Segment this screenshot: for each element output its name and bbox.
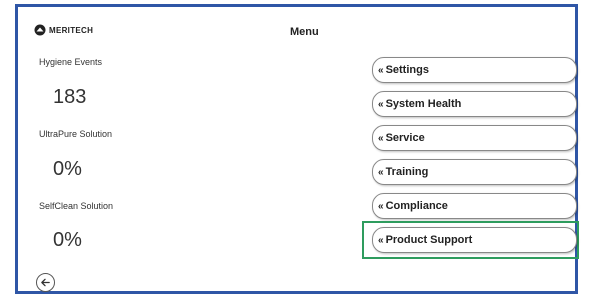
menu-button-product-support[interactable]: « Product Support: [372, 227, 577, 253]
stat-value-ultrapure-solution: 0%: [53, 158, 82, 180]
chevron-left-icon: «: [378, 98, 384, 110]
menu-button-label: Product Support: [385, 234, 473, 246]
stat-label-hygiene-events: Hygiene Events: [39, 57, 103, 67]
meritech-logo-icon: [34, 24, 46, 36]
chevron-left-icon: «: [378, 132, 384, 144]
stat-label-ultrapure-solution: UltraPure Solution: [39, 129, 113, 139]
menu-button-label: Settings: [385, 64, 429, 76]
menu-button-label: Compliance: [385, 200, 448, 212]
menu-button-training[interactable]: « Training: [372, 159, 577, 185]
menu-button-label: System Health: [385, 98, 462, 110]
menu-button-label: Training: [385, 166, 429, 178]
menu-button-service[interactable]: « Service: [372, 125, 577, 151]
chevron-left-icon: «: [378, 64, 384, 76]
menu-button-settings[interactable]: « Settings: [372, 57, 577, 83]
menu-button-compliance[interactable]: « Compliance: [372, 193, 577, 219]
menu-button-label: Service: [385, 132, 425, 144]
menu-button-system-health[interactable]: « System Health: [372, 91, 577, 117]
meritech-logo: MERITECH: [34, 24, 93, 36]
page-title: Menu: [290, 26, 319, 38]
arrow-left-icon: [41, 278, 50, 287]
app-frame: MERITECH Menu Hygiene Events 183 UltraPu…: [15, 4, 579, 294]
chevron-left-icon: «: [378, 166, 384, 178]
stat-label-selfclean-solution: SelfClean Solution: [39, 201, 114, 211]
chevron-left-icon: «: [378, 234, 384, 246]
back-button[interactable]: [36, 273, 55, 292]
logo-text: MERITECH: [49, 25, 94, 35]
chevron-left-icon: «: [378, 200, 384, 212]
stat-value-selfclean-solution: 0%: [53, 229, 82, 251]
stat-value-hygiene-events: 183: [53, 86, 87, 108]
